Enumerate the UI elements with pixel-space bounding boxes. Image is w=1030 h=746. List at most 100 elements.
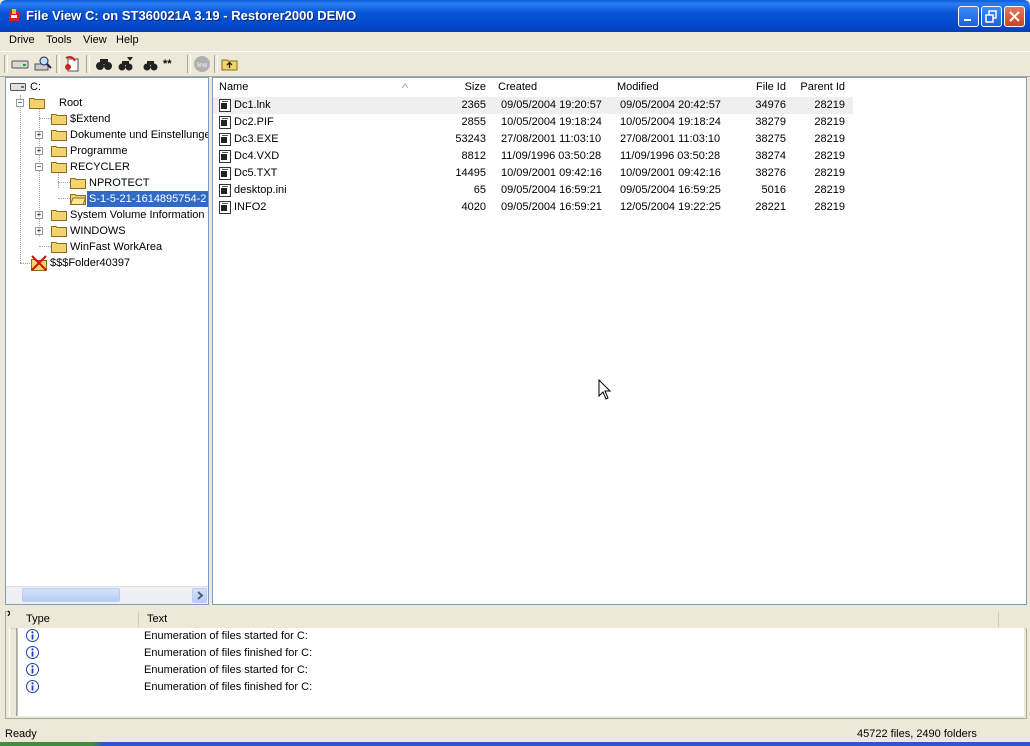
column-header-name[interactable]: Name <box>219 78 249 96</box>
menu-bar: Drive Tools View Help <box>0 32 1030 50</box>
file-parent-id: 28219 <box>814 184 845 196</box>
folder-icon <box>51 130 67 141</box>
file-parent-id: 28219 <box>814 150 845 162</box>
file-icon <box>219 167 231 180</box>
folder-open-icon <box>29 98 45 109</box>
lost-folder-icon <box>31 255 47 271</box>
column-header-size[interactable]: Size <box>453 78 486 96</box>
tree-label: Root <box>59 97 83 109</box>
tree-label: Programme <box>70 145 128 157</box>
file-icon <box>219 184 231 197</box>
folder-tree[interactable]: C: − Root $Extend + Dokumente und Einste… <box>5 77 209 605</box>
tree-line <box>20 95 21 263</box>
column-header-created[interactable]: Created <box>498 78 538 96</box>
file-size: 65 <box>473 184 486 196</box>
log-entry[interactable]: Enumeration of files finished for C: <box>18 645 1018 662</box>
tree-label: WINDOWS <box>70 225 126 237</box>
tree-horizontal-scrollbar[interactable] <box>6 586 208 604</box>
log-entry[interactable]: Enumeration of files started for C: <box>18 628 1018 645</box>
find-icon[interactable] <box>95 55 113 73</box>
stop-icon[interactable]: Stop <box>193 55 211 73</box>
toolbar-separator <box>187 55 191 73</box>
menu-drive[interactable]: Drive <box>9 34 35 46</box>
scrollbar-thumb[interactable] <box>22 588 120 602</box>
toolbar: ** Stop <box>0 51 1030 77</box>
tree-label: $$$Folder40397 <box>50 257 131 269</box>
find-next-icon[interactable] <box>117 55 135 73</box>
log-column-type[interactable]: Type <box>26 613 50 625</box>
tree-label: NPROTECT <box>89 177 150 189</box>
taskbar-strip <box>0 742 1030 746</box>
menu-help[interactable]: Help <box>116 34 139 46</box>
file-icon <box>219 133 231 146</box>
file-size: 14495 <box>455 167 486 179</box>
tree-label: RECYCLER <box>70 161 130 173</box>
drive-icon[interactable] <box>11 55 29 73</box>
file-name: desktop.ini <box>234 184 287 196</box>
column-divider <box>998 612 999 627</box>
column-header-parent-id[interactable]: Parent Id <box>795 78 845 96</box>
file-name: Dc1.lnk <box>234 99 271 111</box>
toolbar-separator <box>56 55 60 73</box>
log-column-text[interactable]: Text <box>147 613 167 625</box>
file-file-id: 38275 <box>755 133 786 145</box>
tree-label: $Extend <box>70 113 111 125</box>
file-name: Dc3.EXE <box>234 133 279 145</box>
column-header-file-id[interactable]: File Id <box>740 78 786 96</box>
file-modified: 10/09/2001 09:42:16 <box>620 167 721 179</box>
table-row[interactable]: desktop.ini 65 09/05/2004 16:59:21 09/05/20… <box>213 182 853 199</box>
recover-icon[interactable] <box>63 55 81 73</box>
minimize-button[interactable] <box>958 6 979 27</box>
find-mask-stars: ** <box>163 58 172 70</box>
collapse-icon[interactable]: − <box>35 163 43 171</box>
file-created: 09/05/2004 19:20:57 <box>501 99 602 111</box>
file-icon <box>219 99 231 112</box>
scan-icon[interactable] <box>34 55 52 73</box>
log-entry[interactable]: Enumeration of files finished for C: <box>18 679 1018 696</box>
file-modified: 09/05/2004 16:59:25 <box>620 184 721 196</box>
log-grip[interactable] <box>9 628 17 716</box>
menu-view[interactable]: View <box>83 34 107 46</box>
menu-tools[interactable]: Tools <box>46 34 72 46</box>
table-row[interactable]: Dc5.TXT 14495 10/09/2001 09:42:16 10/09/200… <box>213 165 853 182</box>
log-entry[interactable]: Enumeration of files started for C: <box>18 662 1018 679</box>
file-icon <box>219 150 231 163</box>
status-file-count: 45722 files, 2490 folders <box>857 728 977 740</box>
folder-open-icon <box>51 162 67 173</box>
column-header-modified[interactable]: Modified <box>617 78 659 96</box>
file-list[interactable]: Name Size Created Modified File Id Paren… <box>212 77 1027 605</box>
file-created: 09/05/2004 16:59:21 <box>501 184 602 196</box>
log-header: Type Text <box>10 611 1027 629</box>
file-name: Dc2.PIF <box>234 116 274 128</box>
toolbar-separator <box>214 55 218 73</box>
file-modified: 10/05/2004 19:18:24 <box>620 116 721 128</box>
tree-label: WinFast WorkArea <box>70 241 163 253</box>
expand-icon[interactable]: + <box>35 211 43 219</box>
find-mask-icon[interactable] <box>142 55 160 73</box>
file-size: 53243 <box>455 133 486 145</box>
log-list[interactable]: Enumeration of files started for C: Enume… <box>17 628 1024 716</box>
restore-button[interactable] <box>981 6 1002 27</box>
table-row[interactable]: INFO2 4020 09/05/2004 16:59:21 12/05/2004 1… <box>213 199 853 216</box>
expand-icon[interactable]: + <box>35 131 43 139</box>
table-row[interactable]: Dc3.EXE 53243 27/08/2001 11:03:10 27/08/200… <box>213 131 853 148</box>
collapse-icon[interactable]: − <box>16 99 24 107</box>
expand-icon[interactable]: + <box>35 227 43 235</box>
file-created: 10/05/2004 19:18:24 <box>501 116 602 128</box>
table-row[interactable]: Dc1.lnk 2365 09/05/2004 19:20:57 09/05/2004… <box>213 97 853 114</box>
folder-icon <box>51 242 67 253</box>
app-icon <box>9 9 19 21</box>
close-button[interactable] <box>1004 6 1025 27</box>
expand-icon[interactable]: + <box>35 147 43 155</box>
tree-label: S-1-5-21-1614895754-2 <box>87 191 208 207</box>
file-file-id: 38274 <box>755 150 786 162</box>
table-row[interactable]: Dc2.PIF 2855 10/05/2004 19:18:24 10/05/2004… <box>213 114 853 131</box>
scroll-right-button[interactable] <box>192 588 207 603</box>
file-modified: 27/08/2001 11:03:10 <box>620 133 721 145</box>
folder-up-icon[interactable] <box>221 55 239 73</box>
column-divider <box>138 612 139 627</box>
file-parent-id: 28219 <box>814 116 845 128</box>
stop-label: Stop <box>197 63 208 69</box>
file-parent-id: 28219 <box>814 201 845 213</box>
table-row[interactable]: Dc4.VXD 8812 11/09/1996 03:50:28 11/09/1996… <box>213 148 853 165</box>
